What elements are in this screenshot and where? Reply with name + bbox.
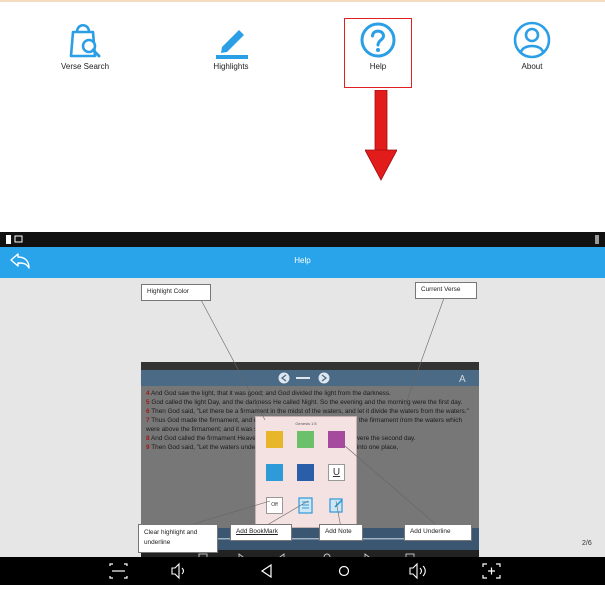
- screenshot-icon[interactable]: [109, 563, 128, 579]
- back-nav-icon[interactable]: [260, 563, 272, 579]
- callout-add-note: Add Note: [319, 524, 363, 541]
- app-bar: Help: [0, 247, 605, 278]
- home-nav-icon[interactable]: [338, 565, 350, 577]
- user-circle-icon: [513, 21, 551, 59]
- tablet-screenshot: Help A 4 And God saw the light, that it …: [0, 232, 605, 585]
- system-nav-icons: [109, 562, 501, 580]
- pencil-icon: [216, 30, 248, 59]
- top-divider: [0, 0, 605, 2]
- highlights-button[interactable]: Highlights: [176, 18, 286, 88]
- callout-current-verse: Current Verse: [415, 282, 477, 299]
- callout-clear-highlight: Clear highlight and underline: [138, 524, 218, 553]
- volume-up-icon[interactable]: [409, 562, 426, 580]
- verse-search-label: Verse Search: [60, 62, 110, 71]
- callout-add-underline: Add Underline: [404, 524, 472, 541]
- system-nav-bar: [0, 557, 605, 585]
- battery-icon: [6, 235, 23, 244]
- signal-icon: [595, 235, 599, 244]
- about-button[interactable]: About: [477, 18, 587, 88]
- help-content: A 4 And God saw the light, that it was g…: [0, 278, 605, 564]
- callout-leader-lines: [179, 297, 445, 529]
- volume-down-icon[interactable]: [171, 562, 185, 580]
- down-arrow-icon: [365, 90, 397, 181]
- callout-add-bookmark: Add BookMark: [230, 524, 292, 541]
- page-indicator: 2/6: [582, 540, 592, 547]
- page-title: Help: [294, 256, 311, 265]
- help-highlight-box: [344, 18, 412, 88]
- verse-search-button[interactable]: Verse Search: [30, 18, 140, 88]
- bag-search-icon: [69, 23, 101, 58]
- fullscreen-icon[interactable]: [482, 563, 501, 579]
- status-bar: [0, 232, 605, 247]
- callout-highlight-color: Highlight Color: [141, 284, 211, 301]
- about-label: About: [521, 62, 543, 71]
- highlights-label: Highlights: [213, 62, 249, 71]
